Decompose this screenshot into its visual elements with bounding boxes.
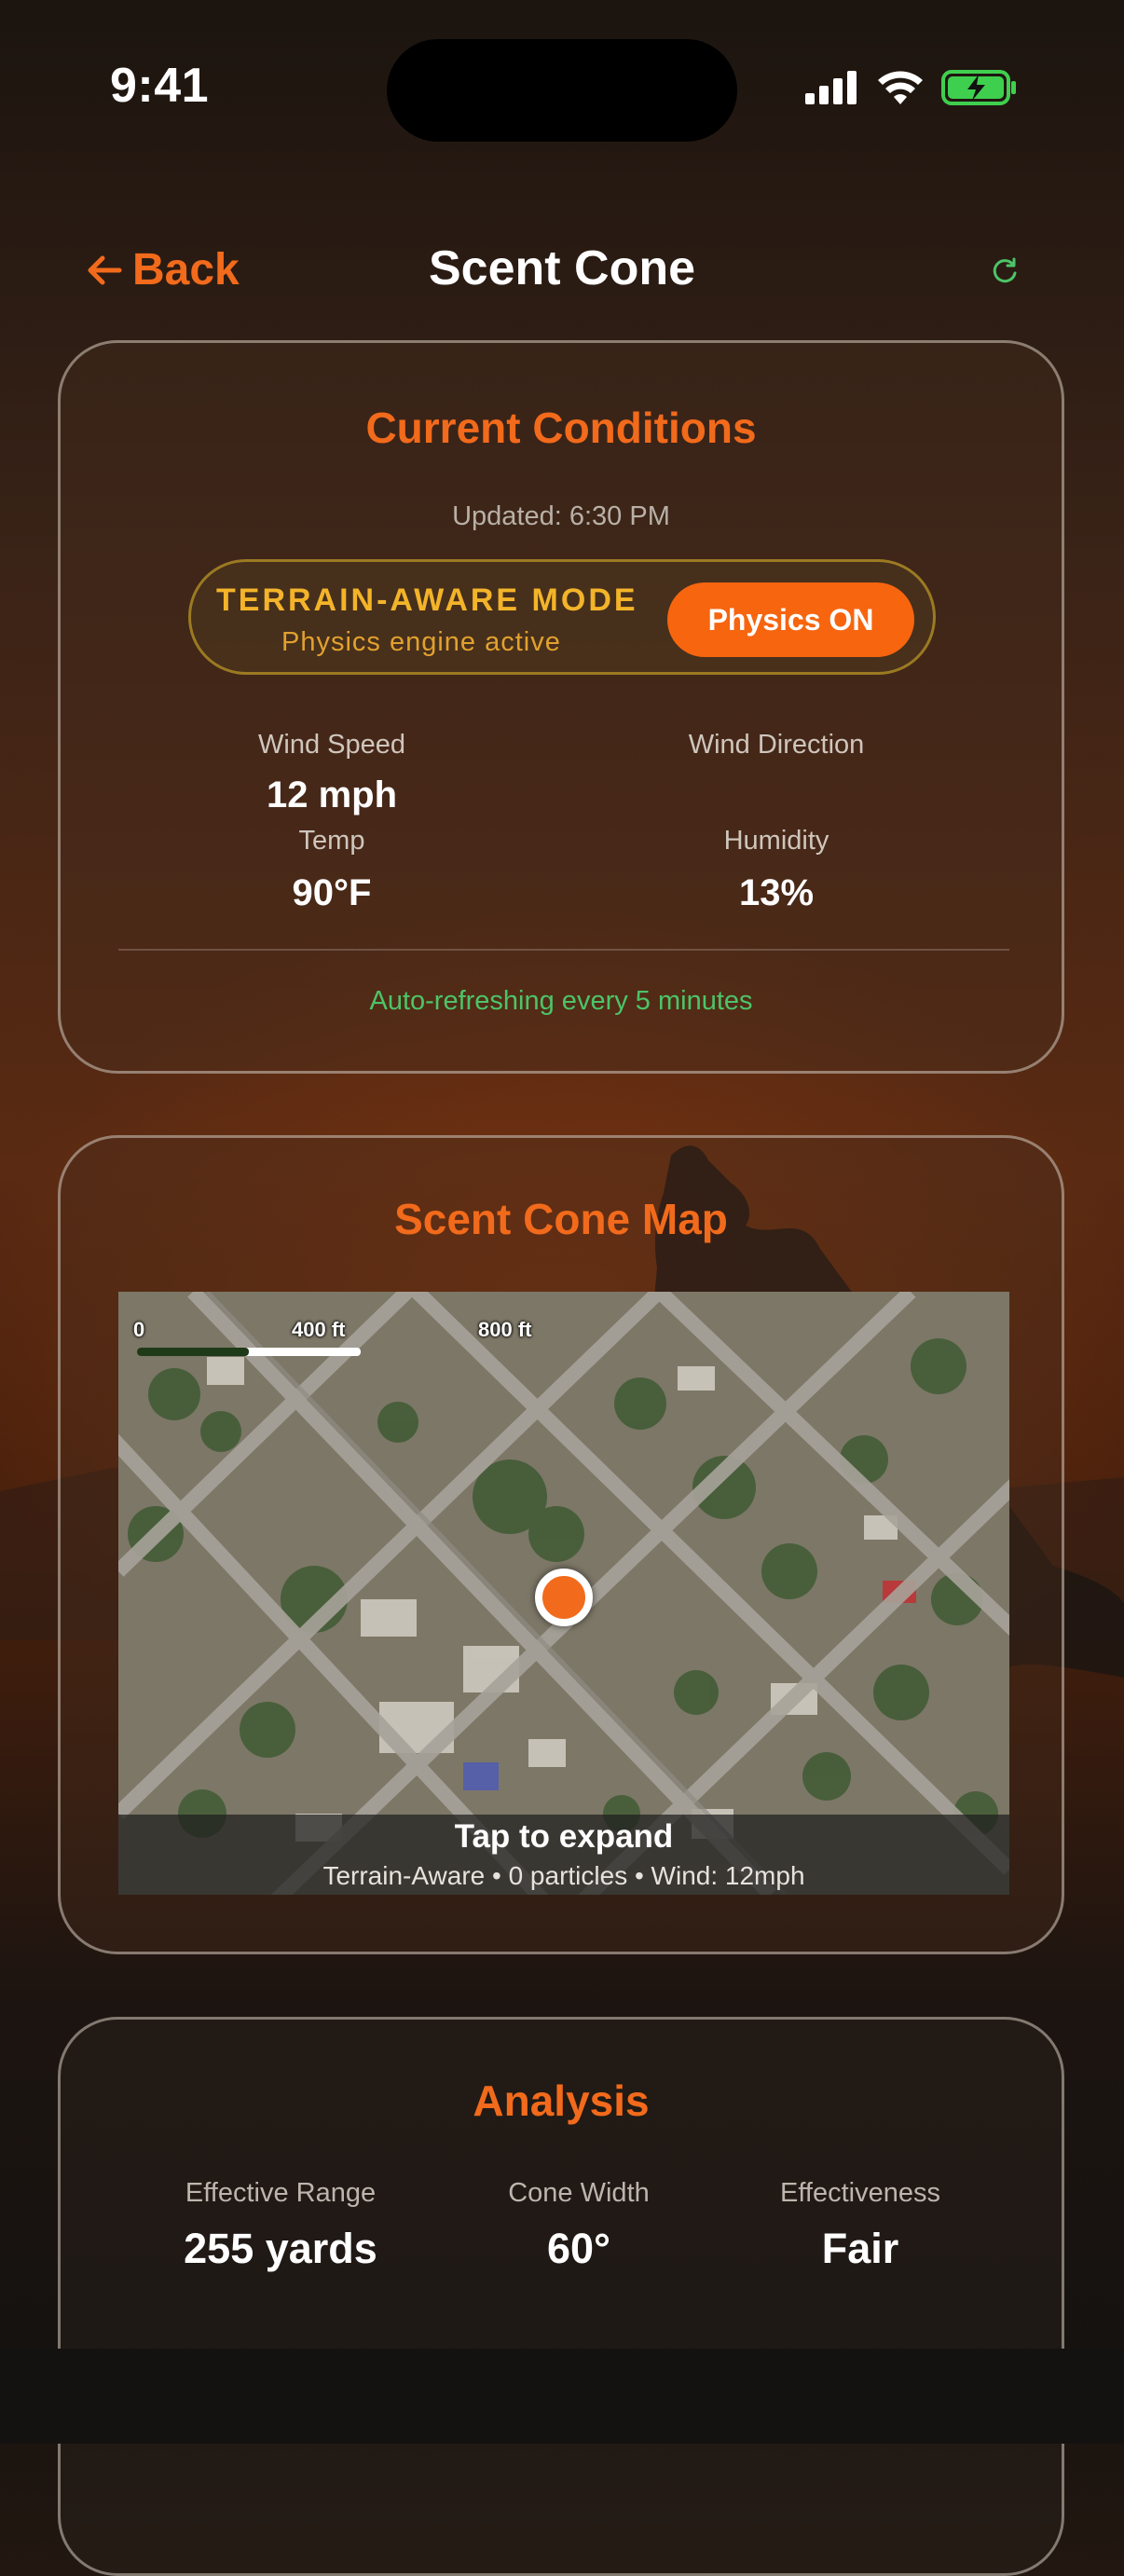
analysis-title: Analysis (473, 2076, 650, 2125)
humidity-label: Humidity (723, 826, 829, 856)
dynamic-island (387, 39, 737, 142)
scent-cone-map-card: Scent Cone Map 0 400 ft 800 ft Tap to ex… (58, 1135, 1064, 1954)
terrain-mode-title: TERRAIN-AWARE MODE (216, 582, 638, 618)
arrow-left-icon (88, 255, 122, 284)
effective-range-value: 255 yards (184, 2225, 377, 2272)
terrain-mode-banner: TERRAIN-AWARE MODE Physics engine active… (188, 559, 936, 675)
effective-range-label: Effective Range (185, 2178, 377, 2208)
scale-label-400ft: 400 ft (292, 1318, 346, 1341)
status-time: 9:41 (110, 59, 210, 113)
temp-value: 90°F (292, 872, 372, 913)
terrain-mode-subtitle: Physics engine active (281, 627, 561, 657)
physics-toggle-button[interactable]: Physics ON (667, 582, 914, 657)
auto-refresh-status: Auto-refreshing every 5 minutes (369, 986, 753, 1016)
effectiveness-value: Fair (821, 2225, 899, 2272)
wifi-icon (878, 71, 923, 104)
battery-charging-icon (941, 70, 1016, 105)
map-card-title: Scent Cone Map (394, 1195, 728, 1243)
cone-width-value: 60° (546, 2225, 611, 2272)
divider (118, 949, 1009, 951)
back-button-label: Back (132, 245, 240, 295)
humidity-value: 13% (738, 872, 815, 913)
map-scale-bar (137, 1348, 361, 1356)
map-status-summary: Terrain-Aware • 0 particles • Wind: 12mp… (322, 1861, 805, 1890)
cone-width-label: Cone Width (508, 2178, 650, 2208)
wind-speed-label: Wind Speed (258, 730, 405, 760)
current-conditions-card: Current Conditions Updated: 6:30 PM TERR… (58, 340, 1064, 1074)
status-icons (803, 69, 1018, 106)
effectiveness-label: Effectiveness (780, 2178, 940, 2208)
map-caption-bar: Tap to expand Terrain-Aware • 0 particle… (118, 1815, 1009, 1895)
wind-speed-value: 12 mph (266, 774, 398, 815)
refresh-button[interactable] (991, 256, 1019, 289)
scale-label-zero: 0 (133, 1318, 145, 1341)
back-button[interactable]: Back (86, 244, 240, 295)
bottom-fade (0, 2349, 1124, 2444)
cellular-signal-icon (805, 71, 857, 104)
refresh-icon (993, 257, 1017, 283)
wind-direction-label: Wind Direction (688, 730, 865, 760)
tap-to-expand-label: Tap to expand (454, 1818, 674, 1855)
satellite-map[interactable]: 0 400 ft 800 ft Tap to expand Terrain-Aw… (118, 1292, 1009, 1895)
page-title: Scent Cone (428, 241, 696, 295)
temp-label: Temp (298, 826, 365, 856)
analysis-card: Analysis Effective Range 255 yards Cone … (58, 2017, 1064, 2576)
updated-timestamp: Updated: 6:30 PM (452, 501, 670, 531)
conditions-title: Current Conditions (365, 404, 757, 452)
location-marker[interactable] (535, 1569, 593, 1626)
scale-label-800ft: 800 ft (478, 1318, 532, 1341)
